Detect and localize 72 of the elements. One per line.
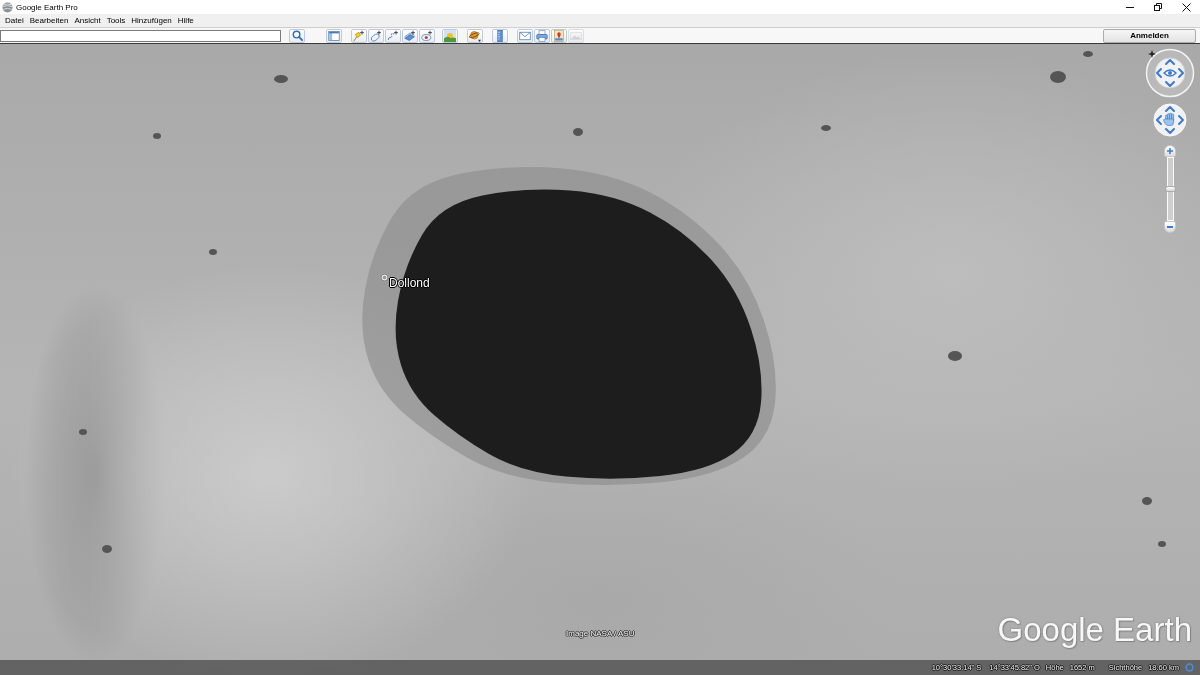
sunrise-landscape-icon: [444, 29, 456, 42]
small-crater: [274, 75, 288, 83]
plus-icon: [1167, 148, 1173, 154]
zoom-out-button[interactable]: [1164, 221, 1176, 233]
sign-in-button[interactable]: Anmelden: [1103, 28, 1196, 43]
menu-item[interactable]: Tools: [103, 14, 129, 27]
map-pin-icon: [553, 29, 565, 42]
small-crater: [79, 429, 87, 435]
menu-item[interactable]: Datei: [2, 14, 27, 27]
place-marker-icon[interactable]: [381, 274, 388, 281]
small-crater: [948, 351, 962, 361]
minus-icon: [1167, 226, 1173, 228]
pushpin-icon: [353, 29, 365, 42]
polygon-icon: [370, 29, 382, 42]
ring-icon: [1185, 663, 1194, 672]
camera-icon: [421, 29, 433, 42]
zoom-slider[interactable]: [1166, 157, 1174, 221]
small-crater: [1142, 497, 1152, 505]
sunlight-button[interactable]: [442, 28, 458, 43]
envelope-icon: [519, 29, 531, 42]
eye-icon: [1163, 69, 1177, 77]
small-crater: [1050, 71, 1066, 83]
small-crater: [1158, 541, 1166, 547]
zoom-in-button[interactable]: [1164, 145, 1176, 157]
restore-icon: [1154, 3, 1162, 11]
planet-switch-button[interactable]: [467, 28, 483, 43]
menu-item[interactable]: Hilfe: [174, 14, 197, 27]
image-icon: [570, 29, 582, 42]
add-image-overlay-button[interactable]: [402, 28, 418, 43]
small-crater: [573, 128, 583, 136]
logo-text: Google Earth: [997, 611, 1192, 649]
search-icon: [291, 30, 303, 41]
image-credit: Image NASA / ASU: [566, 629, 635, 638]
sidebar-icon: [328, 29, 340, 42]
close-icon: [1181, 2, 1191, 12]
small-crater: [209, 249, 217, 255]
window-title: Google Earth Pro: [16, 2, 78, 12]
small-crater: [153, 133, 161, 139]
image-overlay-icon: [404, 29, 416, 42]
chevron-down-icon: [1165, 128, 1175, 134]
look-control[interactable]: [1145, 48, 1195, 98]
path-icon: [387, 29, 399, 42]
planet-icon: [469, 29, 481, 42]
add-polygon-button[interactable]: [368, 28, 384, 43]
maps-button[interactable]: [551, 28, 567, 43]
small-crater: [102, 545, 112, 553]
search-field[interactable]: [0, 29, 281, 42]
minimize-icon: [1126, 6, 1134, 8]
chevron-down-icon: [1165, 81, 1175, 87]
chevron-right-icon: [1178, 68, 1184, 78]
chevron-left-icon: [1156, 115, 1162, 125]
chevron-up-icon: [1165, 106, 1175, 112]
small-crater: [1083, 51, 1093, 57]
small-crater: [821, 125, 831, 131]
record-tour-button[interactable]: [419, 28, 435, 43]
hand-icon: [1163, 112, 1174, 126]
search-button[interactable]: [289, 28, 305, 43]
chevron-left-icon: [1156, 68, 1162, 78]
add-placemark-button[interactable]: [351, 28, 367, 43]
menu-item[interactable]: Hinzufügen: [128, 14, 175, 27]
zoom-slider-thumb[interactable]: [1164, 186, 1176, 192]
chevron-right-icon: [1178, 115, 1184, 125]
move-control[interactable]: [1153, 103, 1187, 137]
menu-item[interactable]: Bearbeiten: [26, 14, 72, 27]
add-path-button[interactable]: [385, 28, 401, 43]
menu-item[interactable]: Ansicht: [71, 14, 104, 27]
ruler-button[interactable]: [492, 28, 508, 43]
sidebar-button[interactable]: [326, 28, 342, 43]
print-button[interactable]: [534, 28, 550, 43]
compass-icon[interactable]: [1148, 50, 1156, 58]
email-button[interactable]: [517, 28, 533, 43]
chevron-up-icon: [1165, 59, 1175, 65]
